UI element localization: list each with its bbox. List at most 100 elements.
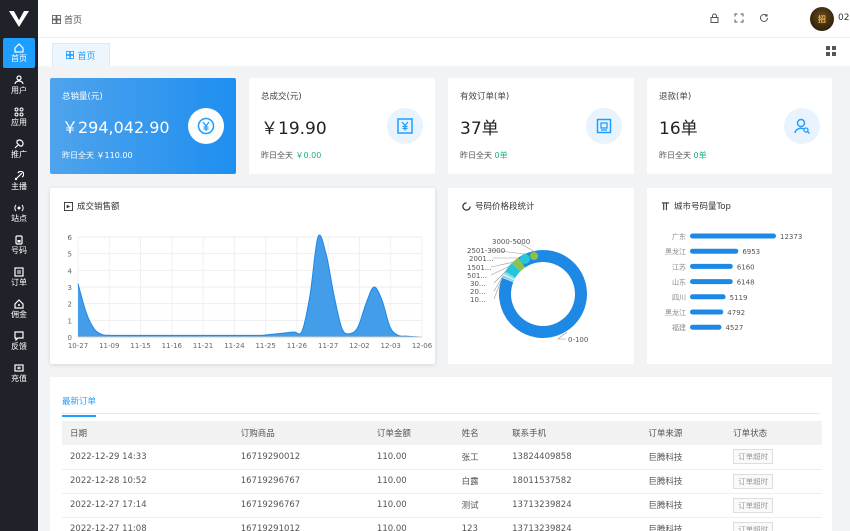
x-tick-label: 11-27 bbox=[318, 342, 338, 350]
slice-label: 0-100 bbox=[568, 336, 588, 344]
status-badge: 订单超时 bbox=[733, 473, 774, 489]
sidebar-item[interactable]: 首页 bbox=[3, 38, 35, 68]
slice-label: 2501-3000 bbox=[467, 247, 505, 255]
city-bar[interactable] bbox=[690, 309, 724, 315]
bar-value-label: 4792 bbox=[727, 309, 745, 317]
table-row[interactable]: 2022-12-28 10:52 16719296767 110.00 白露 18011… bbox=[62, 469, 822, 494]
table-cell: 2022-12-27 11:08 bbox=[62, 517, 233, 531]
table-cell: 110.00 bbox=[368, 517, 454, 531]
category-label: 江苏 bbox=[672, 262, 686, 271]
table-cell: 订单超时 bbox=[725, 469, 822, 494]
sidebar-item-label: 首页 bbox=[11, 54, 27, 63]
sales-area bbox=[78, 235, 422, 337]
fullscreen-icon[interactable] bbox=[733, 12, 745, 24]
table-cell: 110.00 bbox=[368, 445, 454, 470]
tab-bar: 首页 bbox=[38, 38, 850, 66]
category-label: 黑龙江 bbox=[665, 247, 686, 256]
table-cell: 2022-12-28 10:52 bbox=[62, 469, 233, 494]
table-cell: 巨腾科技 bbox=[640, 445, 726, 470]
table-cell: 16719296767 bbox=[232, 469, 369, 494]
stat-card-refunds: 退款(单) 16单 昨日全天 0单 bbox=[647, 78, 832, 174]
table-cell: 订单超时 bbox=[725, 517, 822, 531]
refresh-icon[interactable] bbox=[758, 12, 770, 24]
sidebar: 首页用户应用推广主播站点号码订单佣金反馈充值 bbox=[0, 0, 38, 531]
x-tick-label: 10-27 bbox=[68, 342, 88, 350]
sales-chart-panel: 成交销售额 0 1 2 3 4 5 6 10-27 11-09 11-15 11-16 11-21 11… bbox=[50, 188, 435, 364]
column-header: 日期 bbox=[62, 421, 233, 445]
city-bar[interactable] bbox=[690, 263, 733, 269]
tab-home[interactable]: 首页 bbox=[52, 43, 110, 66]
table-cell: 16719291012 bbox=[232, 517, 369, 531]
table-cell: 白露 bbox=[453, 469, 505, 494]
table-cell: 110.00 bbox=[368, 469, 454, 494]
status-badge: 订单超时 bbox=[733, 497, 774, 513]
sidebar-item-label: 主播 bbox=[11, 182, 27, 191]
x-tick-label: 11-24 bbox=[224, 342, 245, 350]
user-search-icon bbox=[784, 108, 820, 144]
x-tick-label: 12-03 bbox=[381, 342, 401, 350]
slice-label: 10... bbox=[470, 296, 486, 304]
home-grid-icon bbox=[66, 51, 75, 59]
tab-label: 首页 bbox=[77, 51, 96, 62]
order-doc-icon bbox=[586, 108, 622, 144]
sidebar-item-label: 反馈 bbox=[11, 342, 27, 351]
stat-sub: 昨日全天 0单 bbox=[460, 151, 508, 160]
table-cell: 16719290012 bbox=[232, 445, 369, 470]
slice-label: 3000-5000 bbox=[492, 238, 530, 246]
sidebar-item[interactable]: 订单 bbox=[3, 262, 35, 292]
x-tick-label: 11-15 bbox=[130, 342, 150, 350]
tab-divider bbox=[62, 413, 820, 414]
city-bar[interactable] bbox=[690, 324, 722, 330]
x-tick-label: 11-21 bbox=[193, 342, 213, 350]
app-logo[interactable] bbox=[0, 0, 38, 38]
promote-icon bbox=[14, 139, 24, 149]
sidebar-item[interactable]: 佣金 bbox=[3, 294, 35, 324]
table-header-row: 日期 订购商品 订单金额 姓名 联系手机 订单来源 订单状态 bbox=[62, 421, 822, 445]
bar-value-label: 6148 bbox=[737, 279, 755, 287]
slice-label: 1501... bbox=[467, 264, 492, 272]
stat-title: 总销量(元) bbox=[62, 92, 103, 102]
breadcrumb: 首页 bbox=[52, 13, 82, 26]
top-header: 首页 招 020jtnet ﹀ bbox=[38, 0, 850, 38]
table-row[interactable]: 2022-12-27 11:08 16719291012 110.00 123 1371… bbox=[62, 517, 822, 531]
sidebar-item-label: 应用 bbox=[11, 118, 27, 127]
table-cell: 巨腾科技 bbox=[640, 517, 726, 531]
sidebar-item[interactable]: 反馈 bbox=[3, 326, 35, 356]
stat-value: 16单 bbox=[659, 119, 698, 139]
category-label: 福建 bbox=[672, 323, 686, 332]
breadcrumb-home[interactable]: 首页 bbox=[64, 13, 82, 26]
table-cell: 订单超时 bbox=[725, 445, 822, 470]
table-cell: 13713239824 bbox=[504, 517, 641, 531]
city-chart-panel: 城市号码量Top 广东 12373 黑龙江 6953 江苏 6160 山东 6148 四川 511… bbox=[647, 188, 832, 364]
user-menu[interactable]: 020jtnet ﹀ bbox=[838, 13, 850, 23]
sidebar-item[interactable]: 推广 bbox=[3, 134, 35, 164]
tab-menu-icon[interactable] bbox=[826, 46, 836, 59]
city-bar[interactable] bbox=[690, 279, 733, 285]
sidebar-item[interactable]: 用户 bbox=[3, 70, 35, 100]
table-row[interactable]: 2022-12-27 17:14 16719296767 110.00 测试 13713… bbox=[62, 493, 822, 518]
city-bar[interactable] bbox=[690, 248, 739, 254]
stat-title: 退款(单) bbox=[659, 92, 692, 102]
sidebar-item[interactable]: 号码 bbox=[3, 230, 35, 260]
table-cell: 巨腾科技 bbox=[640, 469, 726, 494]
lock-icon[interactable] bbox=[708, 12, 720, 24]
stat-card-sales: 总销量(元) ￥294,042.90 昨日全天 ￥110.00 bbox=[50, 78, 236, 174]
slice-label: 2001... bbox=[469, 255, 494, 263]
table-cell: 110.00 bbox=[368, 493, 454, 518]
avatar-text: 招 bbox=[818, 14, 826, 24]
price-chart-panel: 号码价格段统计 3000-5000 2501-3000 2001... 1501...… bbox=[448, 188, 634, 364]
stat-title: 有效订单(单) bbox=[460, 92, 510, 102]
sidebar-item[interactable]: 站点 bbox=[3, 198, 35, 228]
sidebar-item-label: 号码 bbox=[11, 246, 27, 255]
column-header: 订购商品 bbox=[232, 421, 369, 445]
city-bar[interactable] bbox=[690, 294, 726, 300]
x-tick-label: 11-26 bbox=[287, 342, 308, 350]
sidebar-item[interactable]: 充值 bbox=[3, 358, 35, 388]
sidebar-item[interactable]: 主播 bbox=[3, 166, 35, 196]
feedback-icon bbox=[14, 331, 24, 341]
city-bar[interactable] bbox=[690, 233, 776, 239]
sidebar-item-label: 佣金 bbox=[11, 310, 27, 319]
avatar[interactable]: 招 bbox=[810, 7, 834, 31]
sidebar-item[interactable]: 应用 bbox=[3, 102, 35, 132]
table-row[interactable]: 2022-12-29 14:33 16719290012 110.00 张工 13824… bbox=[62, 445, 822, 470]
